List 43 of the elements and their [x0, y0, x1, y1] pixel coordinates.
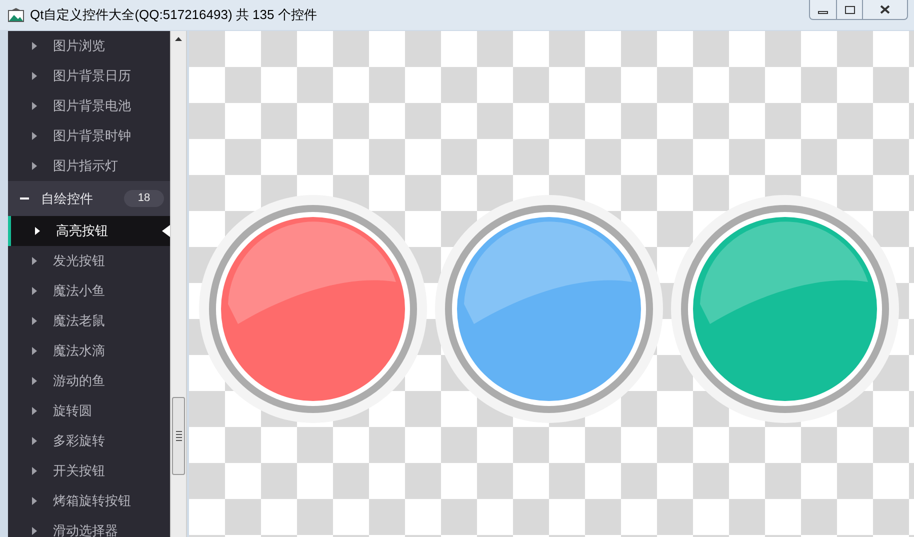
caret-icon — [32, 467, 37, 475]
caret-icon — [32, 132, 37, 140]
sidebar-item[interactable]: 图片指示灯 — [8, 151, 170, 181]
caret-icon — [32, 72, 37, 80]
caret-icon — [32, 42, 37, 50]
sidebar-item[interactable]: 魔法水滴 — [8, 336, 170, 366]
sidebar-item[interactable]: 图片背景日历 — [8, 61, 170, 91]
sidebar-item[interactable]: 魔法小鱼 — [8, 276, 170, 306]
sidebar-item[interactable]: 图片背景时钟 — [8, 121, 170, 151]
caret-icon — [32, 317, 37, 325]
sidebar-item[interactable]: 图片背景电池 — [8, 91, 170, 121]
caret-icon — [32, 437, 37, 445]
count-badge: 18 — [124, 190, 164, 207]
caret-icon — [32, 257, 37, 265]
sidebar-item[interactable]: 滑动选择器 — [8, 516, 170, 537]
sidebar-item[interactable]: 开关按钮 — [8, 456, 170, 486]
caret-icon — [32, 347, 37, 355]
caret-icon — [32, 377, 37, 385]
caret-icon — [32, 497, 37, 505]
caret-icon — [32, 162, 37, 170]
caret-icon — [35, 227, 40, 235]
light-button[interactable] — [198, 194, 428, 424]
caret-icon — [32, 527, 37, 535]
caret-icon — [32, 102, 37, 110]
sidebar-item[interactable]: 烤箱旋转按钮 — [8, 486, 170, 516]
sidebar-item[interactable]: 魔法老鼠 — [8, 306, 170, 336]
sidebar-item[interactable]: 多彩旋转 — [8, 426, 170, 456]
scrollbar[interactable] — [170, 31, 187, 537]
caret-icon — [32, 287, 37, 295]
sidebar-item[interactable]: 图片浏览 — [8, 31, 170, 61]
sidebar-item[interactable]: 游动的鱼 — [8, 366, 170, 396]
app-icon — [8, 8, 24, 22]
sidebar-item[interactable]: 发光按钮 — [8, 246, 170, 276]
caret-icon — [32, 407, 37, 415]
window-title: Qt自定义控件大全(QQ:517216493) 共 135 个控件 — [30, 6, 317, 24]
scrollbar-thumb[interactable] — [172, 397, 185, 475]
close-icon — [880, 5, 890, 14]
selection-pointer-icon — [162, 225, 170, 237]
sidebar-item[interactable]: 旋转圆 — [8, 396, 170, 426]
scroll-up-icon — [175, 37, 182, 41]
group-header[interactable]: 自绘控件 18 — [8, 181, 170, 216]
sidebar-item[interactable]: 高亮按钮 — [8, 216, 170, 246]
group-label: 自绘控件 — [41, 190, 93, 208]
